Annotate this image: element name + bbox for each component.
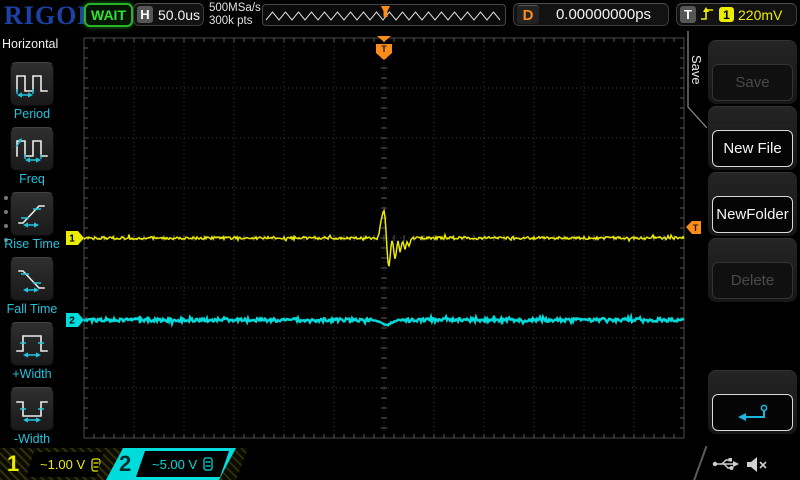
menu-item-label: Period [13, 107, 51, 121]
save-button[interactable]: Save [712, 64, 793, 101]
menu-item-fall-time[interactable]: Fall Time [0, 257, 64, 316]
softkey-slot: Delete [708, 238, 797, 302]
fall-time-icon [18, 270, 45, 293]
menu-item-minus-width[interactable]: -Width [0, 387, 64, 446]
channel2-status-chip[interactable]: ~5.00 V [136, 451, 229, 477]
period-icon [16, 75, 48, 98]
softkey-slot: New File [708, 106, 797, 170]
sample-rate: 500MSa/s [209, 2, 261, 14]
channel1-scale: 1.00 V [47, 457, 86, 472]
channel1-coupling: ~ [40, 457, 48, 472]
trigger-box[interactable]: T 1 220mV [676, 3, 797, 26]
menu-tab-save: Save [686, 31, 708, 131]
delay-label: D [517, 5, 539, 24]
channel2-coupling: ~ [152, 456, 160, 472]
memory-depth: 300k pts [209, 15, 253, 27]
horizontal-label: H [137, 6, 153, 23]
menu-item-label: Freq [19, 172, 45, 186]
menu-item-rise-time[interactable]: Rise Time [0, 192, 64, 251]
menu-item-label: +Width [12, 367, 52, 381]
scope-display: 1 2 T T [64, 31, 707, 448]
speaker-muted-icon [747, 457, 767, 472]
graticule-and-traces: 1 2 T T [66, 36, 701, 439]
minus-width-icon [16, 401, 48, 423]
new-folder-button[interactable]: NewFolder [712, 196, 793, 233]
return-arrow-icon [737, 404, 767, 421]
frequency-icon [15, 138, 48, 163]
delay-box[interactable]: D 0.00000000ps [513, 3, 669, 26]
run-state-badge: WAIT [84, 3, 133, 27]
vertical-scale-indicator-icon [203, 457, 213, 471]
rise-time-icon [18, 205, 45, 228]
softkey-slot: NewFolder [708, 172, 797, 236]
horizontal-measure-menu: Horizontal Period Freq Rise Time Fall Ti… [0, 31, 64, 448]
trigger-source-chip: 1 [719, 7, 734, 22]
menu-item-label: Rise Time [4, 237, 60, 251]
usb-icon [712, 458, 739, 470]
channel1-status-chip[interactable]: ~1.00 V [26, 452, 104, 477]
menu-item-label: -Width [13, 432, 51, 446]
delete-button[interactable]: Delete [712, 262, 793, 299]
menu-tab-label: Save [689, 55, 704, 85]
menu-item-period[interactable]: Period [0, 62, 64, 121]
rising-edge-icon [701, 7, 713, 20]
acquisition-info: 500MSa/s 300k pts [209, 2, 261, 28]
horizontal-scale-value: 50.0us [158, 6, 201, 23]
brand-logo: RIGOL [4, 1, 96, 30]
new-file-button[interactable]: New File [712, 130, 793, 167]
svg-text:T: T [693, 223, 699, 233]
softkey-slot [708, 370, 797, 434]
trigger-label: T [680, 6, 696, 23]
channel1-number: 1 [7, 451, 20, 476]
channel2-number: 2 [119, 451, 132, 476]
menu-item-label: Fall Time [6, 302, 58, 316]
menu-item-plus-width[interactable]: +Width [0, 322, 64, 381]
delay-value: 0.00000000ps [555, 6, 652, 23]
top-status-bar: RIGOL WAIT H 50.0us 500MSa/s 300k pts D … [0, 0, 800, 31]
waveform-preview-strip[interactable] [262, 4, 506, 26]
oscilloscope-screen: RIGOL WAIT H 50.0us 500MSa/s 300k pts D … [0, 0, 800, 480]
svg-text:1: 1 [69, 234, 75, 245]
svg-text:2: 2 [69, 316, 75, 327]
plus-width-icon [16, 335, 48, 358]
channel-status-bar: 1 ~1.00 V 2 ~5.00 V [0, 445, 800, 480]
footer-divider [692, 445, 708, 480]
channel2-scale: 5.00 V [159, 456, 198, 472]
svg-text:T: T [381, 44, 387, 54]
horizontal-scale-box[interactable]: H 50.0us [133, 3, 204, 26]
left-menu-title: Horizontal [2, 37, 59, 51]
back-button[interactable] [712, 394, 793, 431]
softkey-menu: Save New File NewFolder Delete [707, 31, 800, 448]
menu-item-freq[interactable]: Freq [0, 127, 64, 186]
softkey-slot: Save [708, 40, 797, 104]
trigger-level-value: 220mV [738, 6, 783, 23]
